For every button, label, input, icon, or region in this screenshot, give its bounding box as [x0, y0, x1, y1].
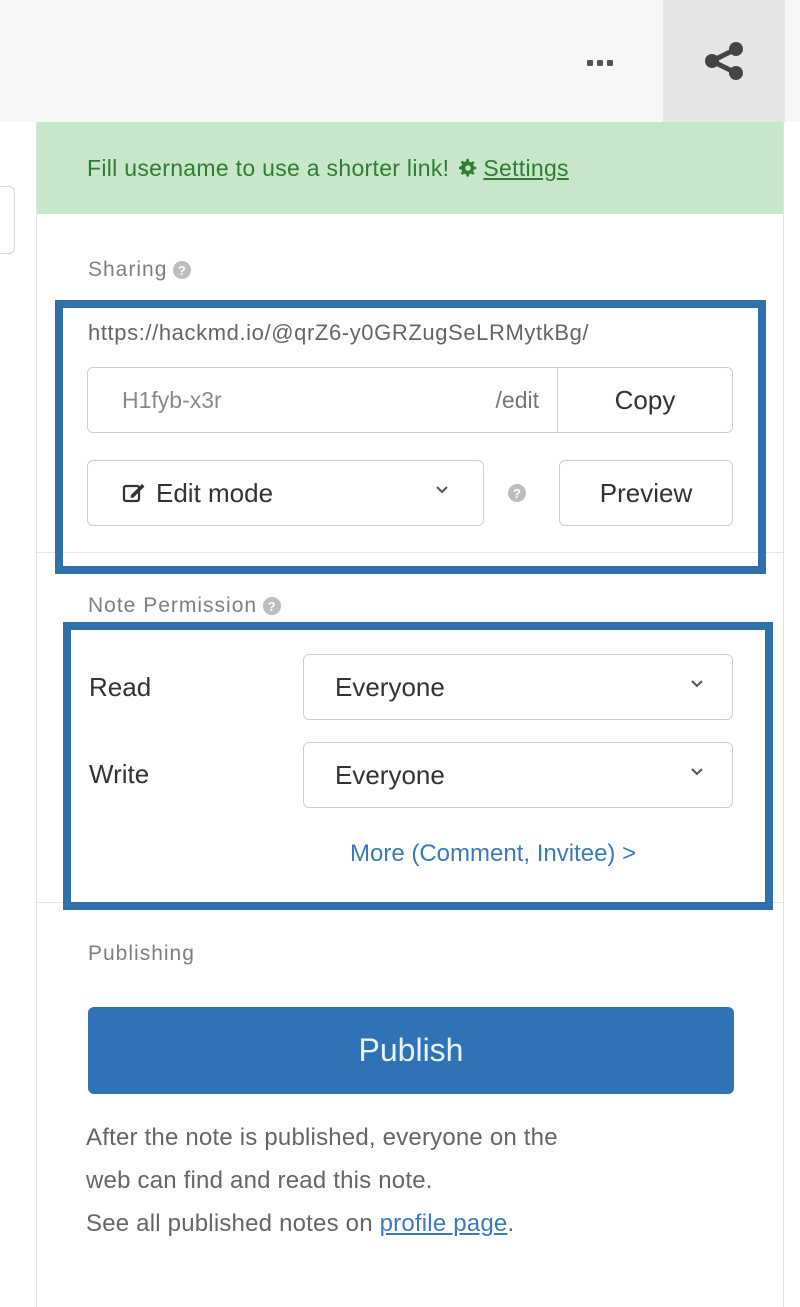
- help-icon[interactable]: ?: [263, 597, 282, 615]
- profile-page-link[interactable]: profile page: [380, 1210, 508, 1237]
- background-input-edge: [0, 186, 15, 254]
- copy-button[interactable]: Copy: [558, 368, 732, 432]
- preview-button[interactable]: Preview: [559, 460, 733, 526]
- right-gutter: [783, 122, 800, 1307]
- share-button[interactable]: [663, 0, 785, 122]
- link-suffix: /edit: [496, 368, 558, 432]
- sharing-section-label: Sharing ?: [88, 258, 192, 282]
- edit-icon: [122, 484, 145, 503]
- mode-help-icon[interactable]: ?: [508, 484, 526, 502]
- publish-button[interactable]: Publish: [88, 1007, 734, 1094]
- publishing-section-label: Publishing: [88, 942, 195, 965]
- divider: [37, 552, 783, 553]
- shorter-link-banner: Fill username to use a shorter link! Set…: [37, 122, 783, 214]
- chevron-down-icon: [691, 680, 703, 688]
- banner-text: Fill username to use a shorter link!: [87, 154, 450, 181]
- share-url: https://hackmd.io/@qrZ6-y0GRZugSeLRMytkB…: [88, 320, 590, 345]
- more-permissions-link[interactable]: More (Comment, Invitee) >: [350, 840, 636, 868]
- divider: [37, 902, 783, 903]
- ellipsis-icon: [587, 60, 593, 66]
- help-icon[interactable]: ?: [173, 261, 192, 279]
- write-permission-select[interactable]: Everyone: [303, 742, 733, 808]
- more-options-button[interactable]: [570, 38, 630, 88]
- editor-background: [0, 122, 36, 1307]
- read-permission-label: Read: [89, 672, 152, 702]
- share-link-input[interactable]: [88, 368, 496, 432]
- read-permission-select[interactable]: Everyone: [303, 654, 733, 720]
- publish-note-line2: web can find and read this note.: [86, 1167, 433, 1194]
- read-permission-value: Everyone: [335, 671, 445, 702]
- chevron-down-icon: [691, 768, 703, 776]
- share-icon: [705, 42, 743, 80]
- top-toolbar: [0, 0, 800, 123]
- gear-icon: [457, 157, 479, 179]
- share-panel: Fill username to use a shorter link! Set…: [36, 122, 784, 1307]
- settings-link[interactable]: Settings: [483, 155, 569, 182]
- write-permission-label: Write: [89, 759, 150, 789]
- share-link-group: /edit Copy: [87, 367, 733, 433]
- publish-note-line3: See all published notes on profile page.: [86, 1210, 515, 1237]
- share-mode-label: Edit mode: [156, 477, 274, 508]
- write-permission-value: Everyone: [335, 759, 445, 790]
- publish-note-line1: After the note is published, everyone on…: [86, 1124, 558, 1151]
- note-permission-label: Note Permission ?: [88, 594, 282, 618]
- share-mode-select[interactable]: Edit mode: [87, 460, 484, 526]
- chevron-down-icon: [436, 486, 448, 494]
